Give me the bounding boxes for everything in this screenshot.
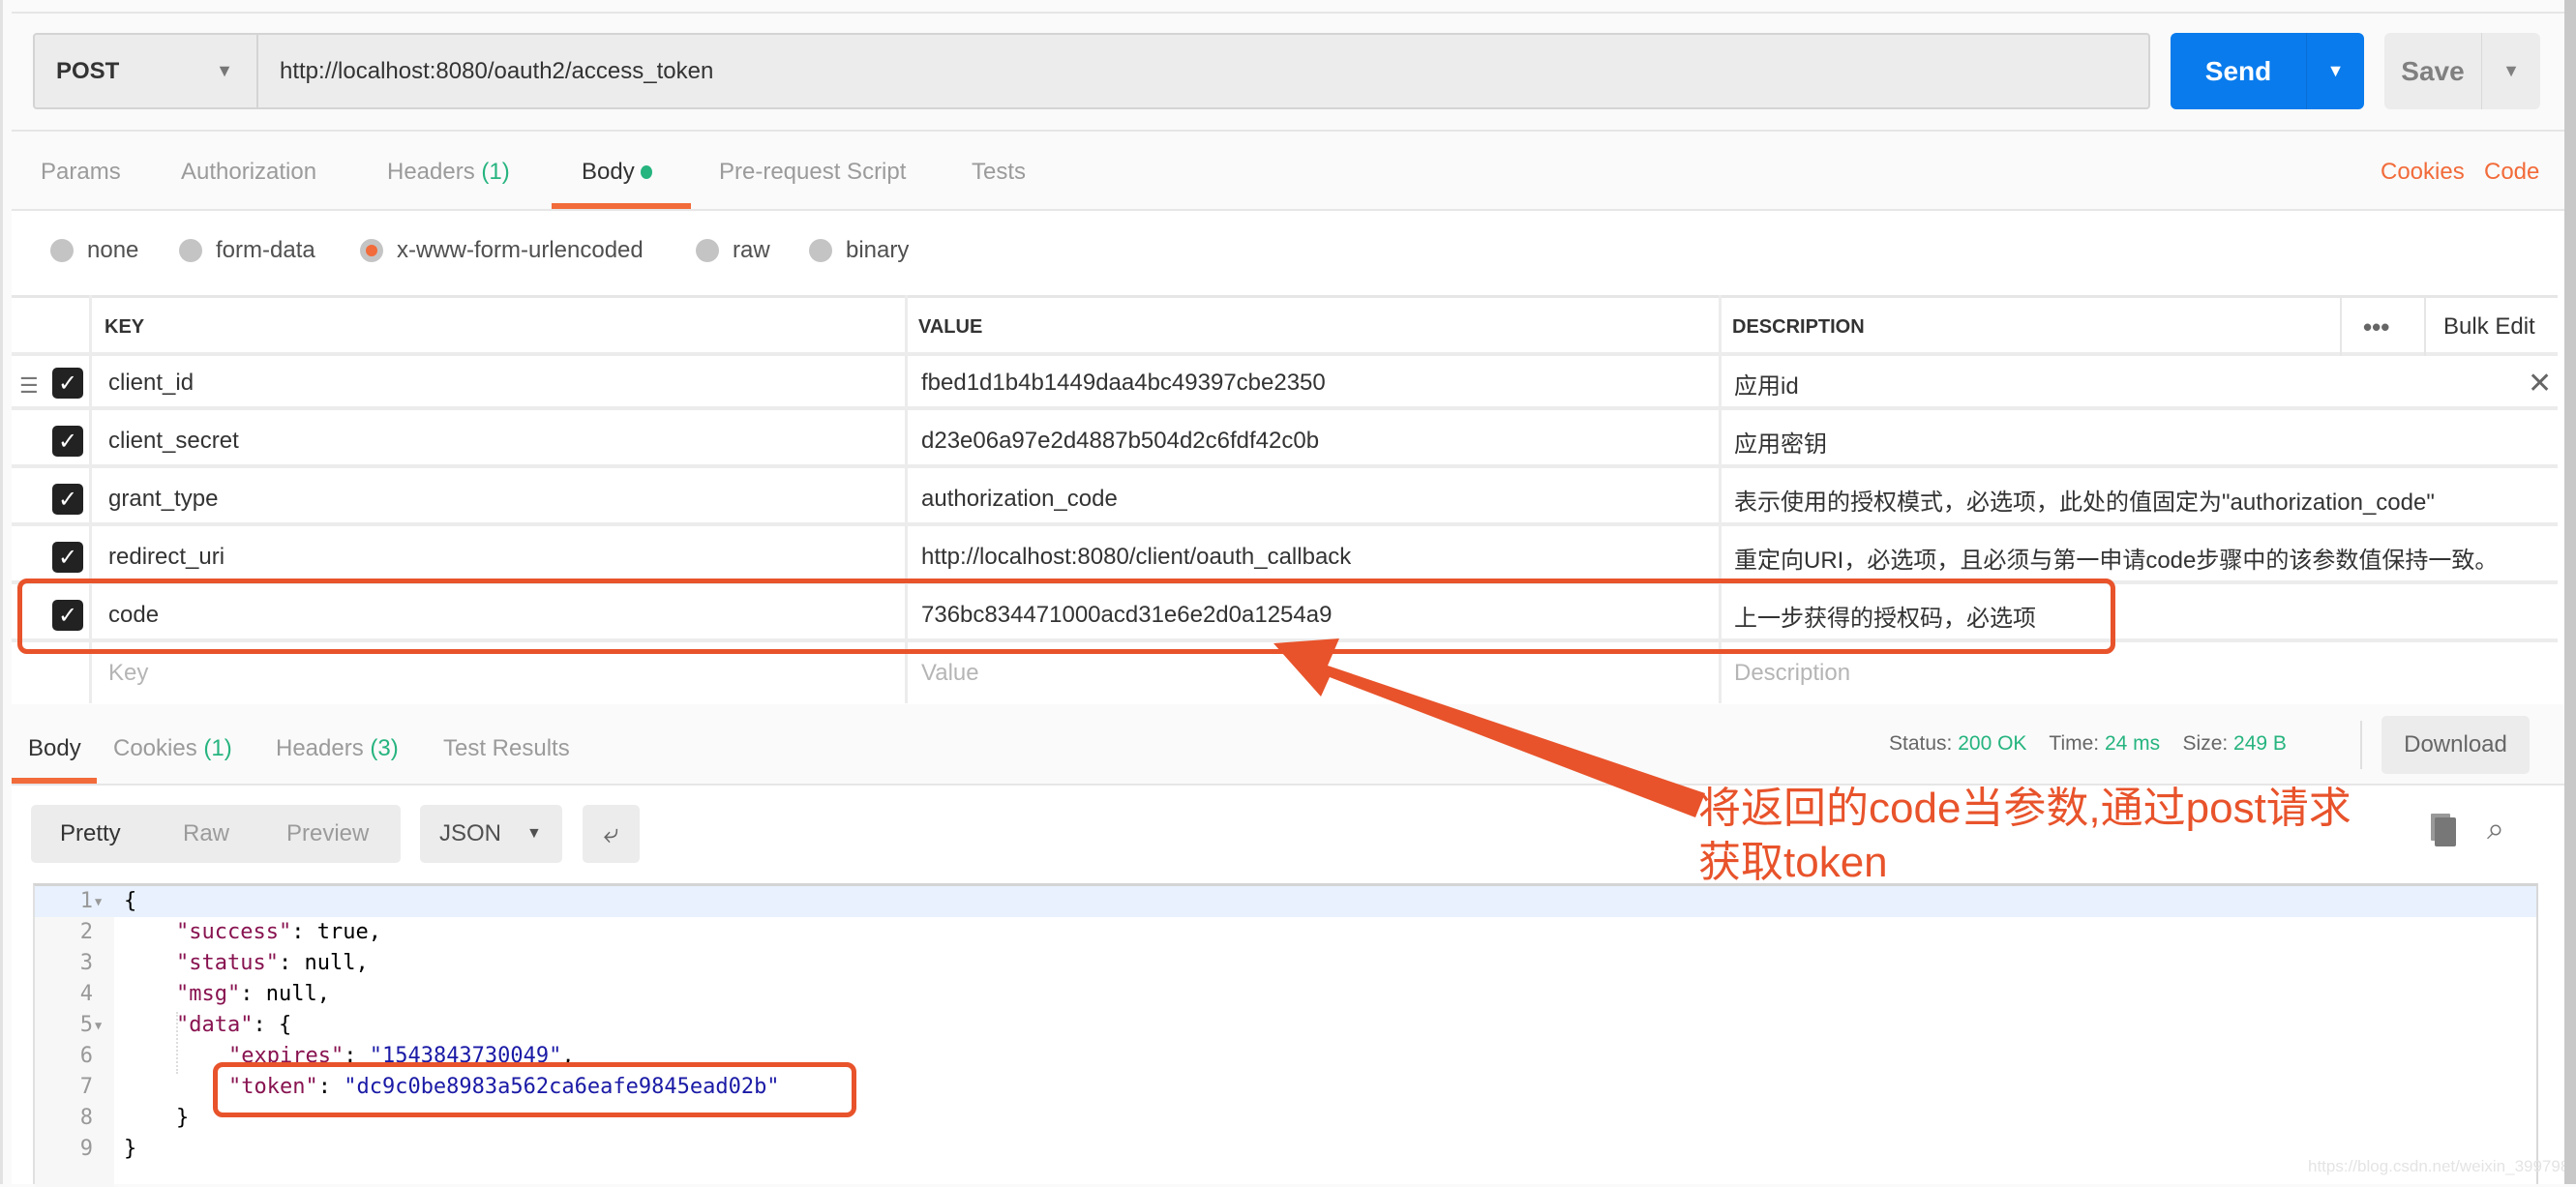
- scrollbar[interactable]: [2564, 0, 2576, 1184]
- annotation-arrow: [1273, 638, 1705, 817]
- annotation-text: 将返回的code当参数,通过post请求 获取token: [1698, 785, 2351, 886]
- watermark: https://blog.csdn.net/weixin_39979810: [2308, 1157, 2576, 1175]
